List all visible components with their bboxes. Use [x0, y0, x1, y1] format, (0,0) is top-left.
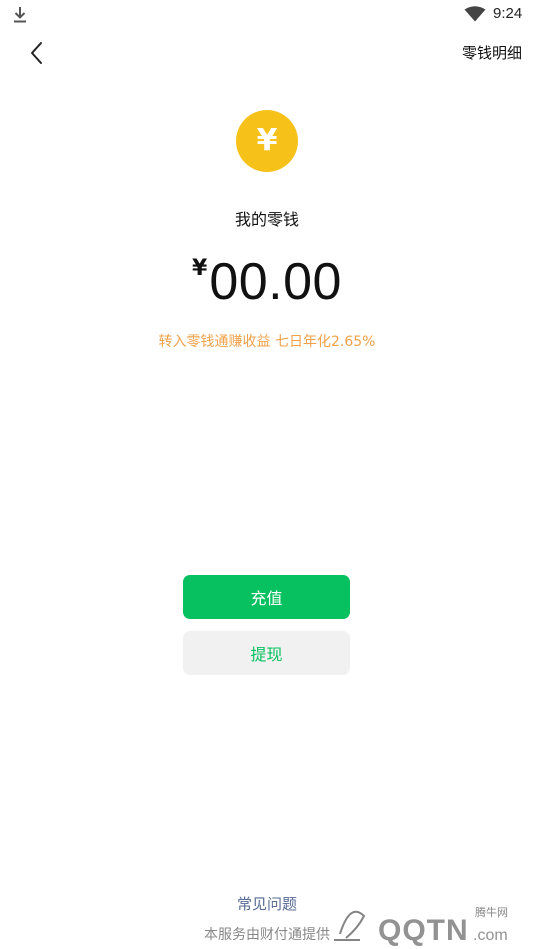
coin-glyph: ¥ [256, 123, 278, 158]
back-button[interactable] [22, 38, 50, 68]
watermark-logo: 腾牛网 QQTN .com [334, 905, 508, 946]
yuan-coin-icon: ¥ [236, 110, 298, 172]
withdraw-button[interactable]: 提现 [183, 631, 350, 675]
balance-details-link[interactable]: 零钱明细 [462, 42, 522, 63]
balance-display: ¥00.00 [0, 252, 534, 312]
balance-amount: 00.00 [209, 253, 342, 311]
svg-text:QQTN: QQTN [378, 914, 469, 946]
status-time: 9:24 [493, 5, 523, 22]
status-bar: 9:24 [0, 0, 534, 30]
svg-text:腾牛网: 腾牛网 [475, 905, 508, 919]
wifi-icon [464, 6, 486, 22]
topup-button[interactable]: 充值 [183, 575, 350, 619]
chevron-left-icon [31, 42, 42, 64]
wallet-title: 我的零钱 [234, 210, 299, 229]
promo-link[interactable]: 转入零钱通赚收益 七日年化2.65% [0, 331, 534, 351]
download-icon [14, 7, 26, 23]
currency-symbol: ¥ [192, 256, 208, 281]
svg-text:.com: .com [473, 927, 508, 944]
